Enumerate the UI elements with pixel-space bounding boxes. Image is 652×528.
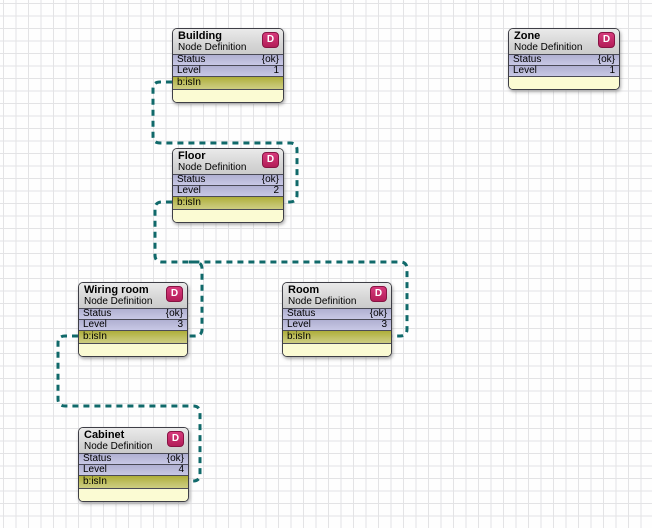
node-floor-header: Floor Node Definition D bbox=[173, 149, 283, 175]
isin-slot[interactable]: b:isIn bbox=[79, 476, 188, 489]
level-label: Level bbox=[287, 320, 311, 330]
node-footer bbox=[173, 210, 283, 222]
level-label: Level bbox=[513, 66, 537, 76]
definition-badge-icon: D bbox=[262, 152, 279, 168]
level-row[interactable]: Level 2 bbox=[173, 186, 283, 197]
definition-badge-icon: D bbox=[598, 32, 615, 48]
definition-badge-icon: D bbox=[166, 286, 183, 302]
level-row[interactable]: Level 3 bbox=[79, 320, 187, 331]
status-label: Status bbox=[287, 309, 315, 319]
node-footer bbox=[283, 344, 391, 356]
level-row[interactable]: Level 1 bbox=[173, 66, 283, 77]
node-cabinet[interactable]: Cabinet Node Definition D Status {ok} Le… bbox=[78, 427, 189, 502]
status-label: Status bbox=[513, 55, 541, 65]
level-row[interactable]: Level 1 bbox=[509, 66, 619, 77]
node-building[interactable]: Building Node Definition D Status {ok} L… bbox=[172, 28, 284, 103]
node-floor[interactable]: Floor Node Definition D Status {ok} Leve… bbox=[172, 148, 284, 223]
isin-slot[interactable]: b:isIn bbox=[283, 331, 391, 344]
isin-slot[interactable]: b:isIn bbox=[79, 331, 187, 344]
status-label: Status bbox=[177, 55, 205, 65]
level-label: Level bbox=[83, 320, 107, 330]
node-wiring-room[interactable]: Wiring room Node Definition D Status {ok… bbox=[78, 282, 188, 357]
level-value: 4 bbox=[178, 465, 184, 475]
node-zone[interactable]: Zone Node Definition D Status {ok} Level… bbox=[508, 28, 620, 90]
node-cabinet-header: Cabinet Node Definition D bbox=[79, 428, 188, 454]
definition-badge-icon: D bbox=[167, 431, 184, 447]
isin-label: b:isIn bbox=[83, 477, 107, 487]
status-value: {ok} bbox=[167, 454, 184, 464]
node-zone-header: Zone Node Definition D bbox=[509, 29, 619, 55]
status-label: Status bbox=[83, 309, 111, 319]
status-label: Status bbox=[83, 454, 111, 464]
status-value: {ok} bbox=[370, 309, 387, 319]
connector-wiring-room-floor[interactable] bbox=[186, 262, 202, 336]
status-label: Status bbox=[177, 175, 205, 185]
isin-slot[interactable]: b:isIn bbox=[173, 77, 283, 90]
level-value: 3 bbox=[381, 320, 387, 330]
isin-label: b:isIn bbox=[287, 332, 311, 342]
definition-badge-icon: D bbox=[262, 32, 279, 48]
status-value: {ok} bbox=[262, 55, 279, 65]
node-wiring-room-header: Wiring room Node Definition D bbox=[79, 283, 187, 309]
level-label: Level bbox=[83, 465, 107, 475]
diagram-canvas[interactable]: Building Node Definition D Status {ok} L… bbox=[0, 0, 652, 528]
status-value: {ok} bbox=[598, 55, 615, 65]
node-room-header: Room Node Definition D bbox=[283, 283, 391, 309]
level-label: Level bbox=[177, 186, 201, 196]
node-footer bbox=[79, 489, 188, 501]
definition-badge-icon: D bbox=[370, 286, 387, 302]
level-value: 3 bbox=[177, 320, 183, 330]
level-value: 1 bbox=[609, 66, 615, 76]
isin-label: b:isIn bbox=[177, 78, 201, 88]
isin-label: b:isIn bbox=[83, 332, 107, 342]
node-footer bbox=[79, 344, 187, 356]
node-room[interactable]: Room Node Definition D Status {ok} Level… bbox=[282, 282, 392, 357]
node-footer bbox=[173, 90, 283, 102]
level-row[interactable]: Level 3 bbox=[283, 320, 391, 331]
status-value: {ok} bbox=[262, 175, 279, 185]
node-footer bbox=[509, 77, 619, 89]
isin-slot[interactable]: b:isIn bbox=[173, 197, 283, 210]
level-row[interactable]: Level 4 bbox=[79, 465, 188, 476]
isin-label: b:isIn bbox=[177, 198, 201, 208]
status-value: {ok} bbox=[166, 309, 183, 319]
node-building-header: Building Node Definition D bbox=[173, 29, 283, 55]
level-value: 2 bbox=[273, 186, 279, 196]
level-value: 1 bbox=[273, 66, 279, 76]
level-label: Level bbox=[177, 66, 201, 76]
